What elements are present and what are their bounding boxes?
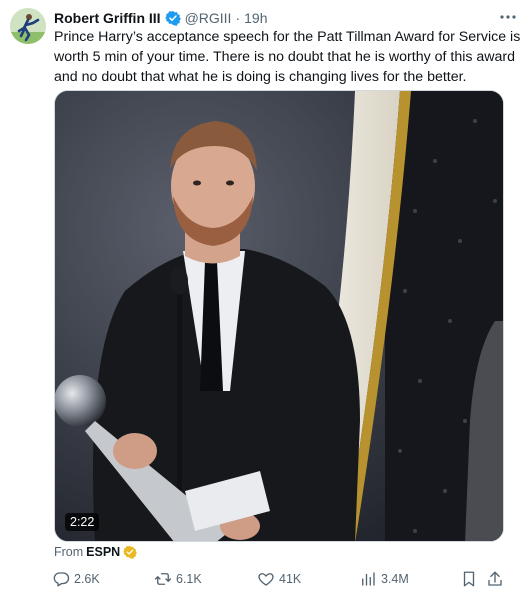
more-icon[interactable] — [498, 9, 518, 25]
display-name[interactable]: Robert Griffin III — [54, 10, 161, 26]
separator-dot: · — [235, 10, 241, 26]
views-icon — [362, 572, 375, 586]
source-name[interactable]: ESPN — [86, 545, 120, 559]
reply-button[interactable]: 2.6K — [52, 568, 100, 590]
repost-button[interactable]: 6.1K — [154, 568, 202, 590]
repost-icon — [154, 573, 172, 585]
tweet-text: Prince Harry’s acceptance speech for the… — [54, 29, 521, 85]
source-prefix: From — [54, 545, 84, 559]
views-count: 3.4M — [381, 572, 409, 586]
repost-count: 6.1K — [176, 572, 202, 586]
avatar-image — [10, 8, 46, 44]
timestamp[interactable]: 19h — [244, 10, 267, 26]
reply-count: 2.6K — [74, 572, 100, 586]
reply-icon — [53, 572, 70, 587]
tweet-card: Robert Griffin III @RGIII · 19h Prince H… — [0, 0, 532, 600]
share-icon — [488, 571, 502, 586]
like-button[interactable]: 41K — [257, 568, 301, 590]
video-duration: 2:22 — [65, 513, 100, 531]
verified-badge-icon[interactable] — [164, 10, 181, 26]
bookmark-icon — [463, 571, 475, 587]
like-icon — [258, 573, 274, 586]
video-thumbnail — [55, 91, 503, 541]
action-bar: 2.6K 6.1K 41K 3.4M — [52, 568, 512, 590]
gold-verified-icon — [123, 545, 138, 559]
avatar[interactable] — [10, 8, 46, 44]
like-count: 41K — [279, 572, 302, 586]
share-button[interactable] — [486, 570, 504, 588]
media-source: From ESPN — [54, 545, 138, 559]
bookmark-button[interactable] — [460, 570, 478, 588]
handle[interactable]: @RGIII — [185, 10, 232, 26]
video-player[interactable]: 2:22 — [54, 90, 504, 542]
tweet-header: Robert Griffin III @RGIII · 19h — [54, 8, 267, 28]
views-button[interactable]: 3.4M — [359, 568, 409, 590]
